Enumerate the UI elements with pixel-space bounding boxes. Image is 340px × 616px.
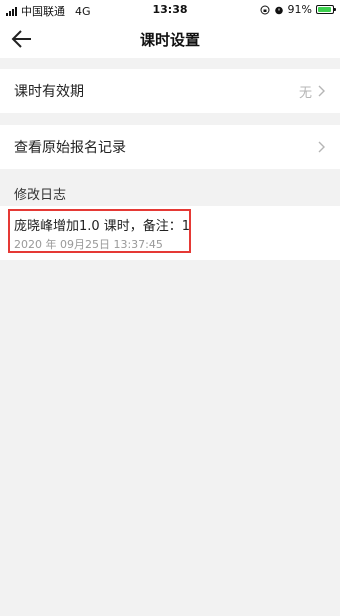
- nav-bar: 课时设置: [0, 20, 340, 58]
- log-entry: 庞晓峰增加1.0 课时，备注：1 2020 年 09月25日 13:37:45: [0, 206, 340, 260]
- row-label: 课时有效期: [14, 84, 84, 100]
- log-entry-time: 2020 年 09月25日 13:37:45: [14, 238, 163, 251]
- row-value: 无: [298, 85, 312, 101]
- log-section-header: 修改日志: [14, 188, 67, 203]
- battery-fill: [318, 7, 331, 12]
- battery-icon: [316, 5, 336, 14]
- row-label: 查看原始报名记录: [14, 140, 126, 156]
- chevron-right-icon: [318, 141, 325, 153]
- log-entry-text: 庞晓峰增加1.0 课时，备注：1: [14, 219, 191, 234]
- row-validity-period[interactable]: 课时有效期 无: [0, 69, 340, 113]
- page-title: 课时设置: [139, 31, 200, 49]
- row-original-registration[interactable]: 查看原始报名记录: [0, 125, 340, 169]
- status-right: 91%: [260, 3, 336, 16]
- chevron-right-icon: [318, 85, 325, 97]
- status-bar: 中国联通 4G 13:38 91%: [0, 0, 340, 20]
- battery-percent: 91%: [287, 3, 312, 16]
- alarm-icon: [274, 6, 283, 14]
- lock-rotation-icon: [260, 5, 270, 14]
